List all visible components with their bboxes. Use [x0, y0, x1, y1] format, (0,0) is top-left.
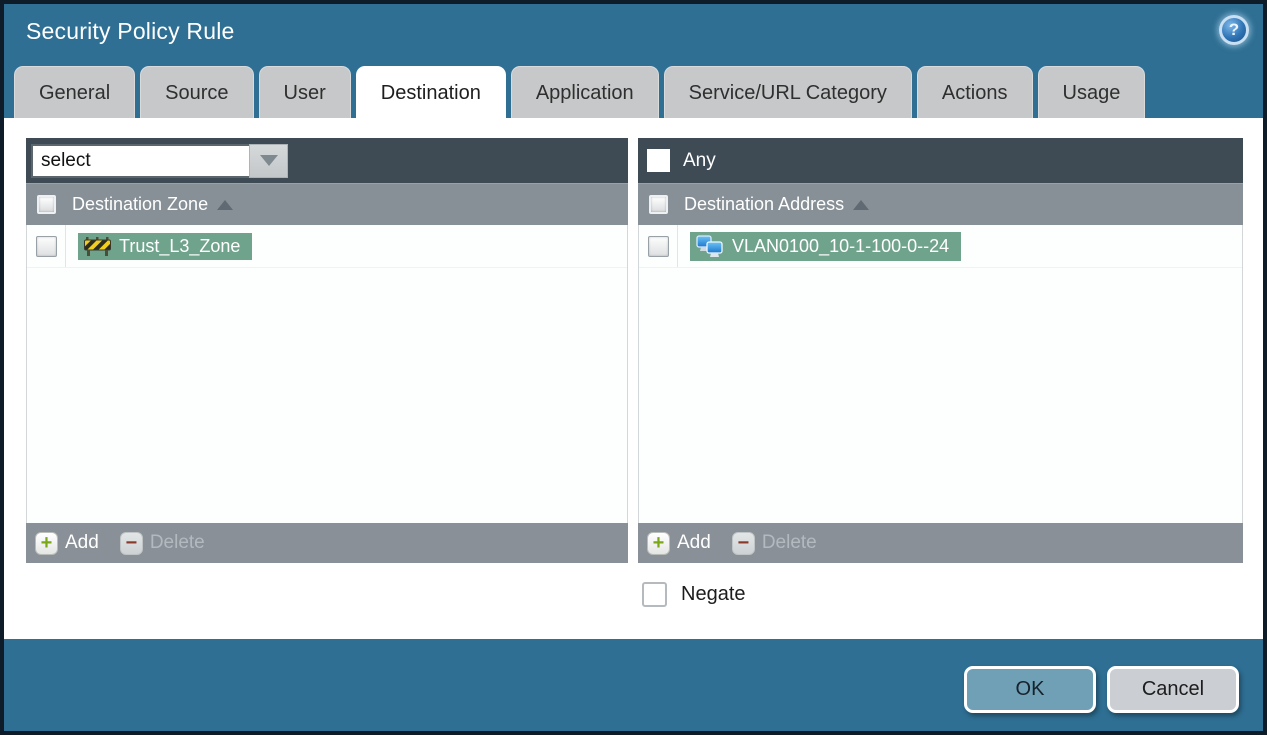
- tab-usage[interactable]: Usage: [1037, 66, 1146, 118]
- negate-checkbox[interactable]: [642, 582, 667, 607]
- zone-delete-label: Delete: [149, 532, 205, 553]
- negate-label: Negate: [681, 583, 746, 605]
- address-column-title[interactable]: Destination Address: [684, 194, 844, 215]
- zone-list: Trust_L3_Zone: [26, 225, 628, 523]
- address-delete-button[interactable]: − Delete: [731, 531, 817, 555]
- address-select-all-checkbox[interactable]: [649, 195, 668, 214]
- chevron-down-icon: [259, 155, 278, 166]
- minus-icon: −: [731, 531, 755, 555]
- zone-add-button[interactable]: + Add: [35, 531, 99, 555]
- any-checkbox[interactable]: [647, 149, 670, 172]
- zone-column-title[interactable]: Destination Zone: [72, 194, 208, 215]
- plus-icon: +: [647, 531, 670, 555]
- ok-button[interactable]: OK: [964, 666, 1096, 713]
- tab-user[interactable]: User: [258, 66, 351, 118]
- security-policy-rule-dialog: Security Policy Rule ? General Source Us…: [0, 0, 1267, 735]
- address-entry[interactable]: VLAN0100_10-1-100-0--24: [690, 231, 962, 261]
- zone-filter-dropdown-button[interactable]: [249, 143, 288, 178]
- address-row-check-cell: [639, 225, 678, 267]
- zone-panel-toolbar: [26, 138, 628, 183]
- address-add-label: Add: [677, 532, 711, 553]
- dialog-title: Security Policy Rule: [26, 18, 235, 44]
- address-panel-toolbar: Any: [638, 138, 1243, 183]
- zone-panel-footer: + Add − Delete: [26, 523, 628, 563]
- tab-bar: General Source User Destination Applicat…: [14, 66, 1263, 118]
- tab-actions[interactable]: Actions: [916, 66, 1033, 118]
- zone-row-check-cell: [27, 225, 66, 267]
- minus-icon: −: [119, 531, 143, 555]
- zone-entry[interactable]: Trust_L3_Zone: [78, 232, 253, 260]
- negate-row: Negate: [642, 582, 746, 607]
- cancel-button[interactable]: Cancel: [1107, 666, 1239, 713]
- zone-delete-button[interactable]: − Delete: [119, 531, 205, 555]
- plus-icon: +: [35, 531, 58, 555]
- zone-row-checkbox[interactable]: [35, 235, 57, 257]
- address-add-button[interactable]: + Add: [647, 531, 711, 555]
- zone-filter-combo: [31, 143, 288, 178]
- zone-entry-label: Trust_L3_Zone: [119, 235, 241, 256]
- zone-select-all-checkbox[interactable]: [37, 195, 56, 214]
- table-row: VLAN0100_10-1-100-0--24: [639, 225, 1242, 268]
- address-panel-footer: + Add − Delete: [638, 523, 1243, 563]
- any-label: Any: [683, 149, 716, 171]
- tab-destination[interactable]: Destination: [355, 66, 506, 118]
- zone-filter-input[interactable]: [31, 143, 249, 178]
- sort-asc-icon[interactable]: [853, 199, 870, 210]
- address-column-header: Destination Address: [638, 183, 1243, 225]
- tab-application[interactable]: Application: [510, 66, 659, 118]
- zone-icon: [84, 236, 111, 257]
- destination-tab-content: Destination Zone: [4, 118, 1263, 639]
- address-row-checkbox[interactable]: [647, 235, 669, 257]
- zone-add-label: Add: [65, 532, 99, 553]
- destination-zone-panel: Destination Zone: [26, 138, 628, 563]
- tab-source[interactable]: Source: [140, 66, 254, 118]
- help-icon[interactable]: ?: [1219, 15, 1249, 45]
- sort-asc-icon[interactable]: [217, 199, 234, 210]
- table-row: Trust_L3_Zone: [27, 225, 627, 268]
- address-list: VLAN0100_10-1-100-0--24: [638, 225, 1243, 523]
- address-entry-label: VLAN0100_10-1-100-0--24: [732, 235, 950, 256]
- zone-column-header: Destination Zone: [26, 183, 628, 225]
- destination-address-panel: Any Destination Address VLAN0100_10-1-10…: [638, 138, 1243, 563]
- network-address-icon: [696, 234, 724, 258]
- tab-service-url-category[interactable]: Service/URL Category: [663, 66, 912, 118]
- tab-general[interactable]: General: [14, 66, 136, 118]
- address-delete-label: Delete: [761, 532, 817, 553]
